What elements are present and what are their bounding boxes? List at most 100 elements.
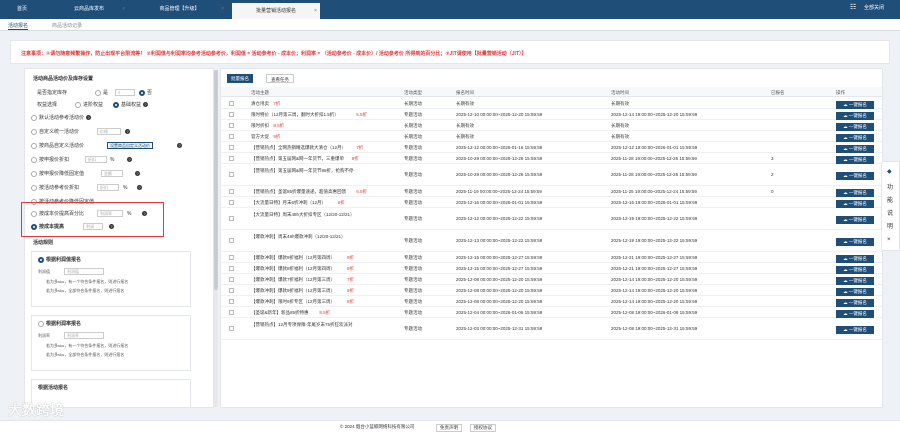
signup-button[interactable]: ☁ 一键报名 xyxy=(836,144,874,153)
signup-button[interactable]: ☁ 一键报名 xyxy=(836,122,874,131)
declare-discount-input[interactable]: 折扣 xyxy=(85,156,107,163)
price-option[interactable]: 默认活动参考活动价? xyxy=(31,114,92,122)
card-title[interactable]: 根据利润值报名 xyxy=(38,256,81,263)
signup-button[interactable]: ☁ 一键报名 xyxy=(836,188,874,197)
unified-price-input[interactable]: 价格 xyxy=(97,128,121,135)
row-checkbox[interactable] xyxy=(229,155,234,161)
radio-icon[interactable] xyxy=(95,89,101,96)
row-checkbox[interactable] xyxy=(229,298,234,304)
ref-discount-input[interactable]: 折扣 xyxy=(97,184,119,191)
row-checkbox[interactable] xyxy=(229,188,234,194)
row-checkbox[interactable] xyxy=(229,133,234,139)
signup-button[interactable]: ☁ 一键报名 xyxy=(836,298,874,307)
signup-button[interactable]: ☁ 一键报名 xyxy=(836,199,874,208)
row-checkbox[interactable] xyxy=(229,309,234,315)
scrollbar[interactable] xyxy=(214,70,218,407)
row-checkbox[interactable] xyxy=(229,216,234,221)
row-checkbox[interactable] xyxy=(229,287,234,293)
tab-product-manage[interactable]: 商品管理【升级】 × xyxy=(132,4,227,15)
radio-icon[interactable] xyxy=(31,156,37,163)
row-checkbox[interactable] xyxy=(229,122,234,128)
help-icon[interactable]: ? xyxy=(127,157,132,162)
signup-button[interactable]: ☁ 一键报名 xyxy=(836,155,874,164)
row-checkbox[interactable] xyxy=(229,199,234,205)
signup-button[interactable]: ☁ 一键报名 xyxy=(836,216,874,224)
signup-button[interactable]: ☁ 一键报名 xyxy=(836,238,874,246)
signup-button[interactable]: ☁ 一键报名 xyxy=(836,254,874,263)
radio-icon[interactable] xyxy=(31,128,37,135)
stock-input[interactable]: 0 xyxy=(115,89,135,96)
price-option[interactable]: 按申报价折扣 xyxy=(31,156,69,164)
radio-icon[interactable] xyxy=(113,101,119,108)
row-checkbox[interactable] xyxy=(229,254,234,260)
declare-reduce-input[interactable]: 金额 xyxy=(101,170,123,177)
view-task-button[interactable]: 查看任务 xyxy=(266,74,294,83)
close-icon[interactable]: × xyxy=(314,3,317,19)
license-button[interactable]: 授权协议 xyxy=(470,424,496,432)
rights-basic[interactable]: 基础权益? xyxy=(113,101,149,109)
radio-icon[interactable] xyxy=(38,256,44,263)
help-icon[interactable]: ? xyxy=(125,129,130,134)
price-option[interactable]: 按活动参考价折扣 xyxy=(31,184,79,192)
profit-rate-input[interactable]: 利润率 xyxy=(64,332,104,339)
subtab-signup[interactable]: 活动报名 xyxy=(8,22,29,30)
row-checkbox[interactable] xyxy=(229,276,234,282)
radio-icon[interactable] xyxy=(75,101,81,108)
radio-icon[interactable] xyxy=(31,114,37,121)
feature-help-panel[interactable]: ◆ 功 能 说 明 × xyxy=(881,161,900,251)
signup-button[interactable]: ☁ 一键报名 xyxy=(836,326,874,334)
row-checkbox[interactable] xyxy=(229,100,234,106)
price-option[interactable]: 按申报价降低固定值 xyxy=(31,170,84,178)
row-checkbox[interactable] xyxy=(229,326,234,331)
row-checkbox[interactable] xyxy=(229,238,234,243)
row-checkbox[interactable] xyxy=(229,144,234,150)
signup-button[interactable]: ☁ 一键报名 xyxy=(836,309,874,318)
help-icon[interactable]: ? xyxy=(135,171,140,176)
batch-signup-button[interactable]: 批量报名 xyxy=(227,74,253,83)
radio-icon[interactable] xyxy=(139,89,145,96)
tab-home[interactable]: 首页 xyxy=(2,4,42,15)
grid-icon[interactable]: ☷ xyxy=(850,3,856,11)
scrollbar-thumb[interactable] xyxy=(214,70,218,290)
help-icon[interactable]: ? xyxy=(86,115,92,121)
help-icon[interactable]: ? xyxy=(177,143,182,148)
chat-icon[interactable]: ◆ xyxy=(887,168,892,175)
close-icon[interactable]: × xyxy=(122,4,125,15)
profit-value-input[interactable]: 利润值 xyxy=(64,268,104,275)
rule-all[interactable]: 若为多sku，全部符合条件报名，则进行报名 xyxy=(46,288,124,294)
price-option[interactable]: 按商品自定义活动价 xyxy=(31,142,84,150)
rule-all[interactable]: 若为多sku，全部符合条件报名，则进行报名 xyxy=(46,352,124,358)
rule-any[interactable]: 若为多sku，有一个符合条件报名，则进行报名 xyxy=(46,343,128,349)
signup-button[interactable]: ☁ 一键报名 xyxy=(836,287,874,296)
disclaimer-button[interactable]: 免责声明 xyxy=(436,424,462,432)
price-option[interactable]: 自定义统一活动价 xyxy=(31,128,79,136)
close-all-button[interactable]: 全部关闭 xyxy=(864,4,884,11)
card-title[interactable]: 根据利润率报名 xyxy=(38,320,81,327)
close-icon[interactable]: × xyxy=(221,4,224,15)
rights-advanced[interactable]: 进阶权益 xyxy=(75,101,103,109)
signup-button[interactable]: ☁ 一键报名 xyxy=(836,100,874,109)
radio-icon[interactable] xyxy=(31,184,37,191)
stock-yes[interactable]: 是 xyxy=(95,89,108,97)
close-icon[interactable]: × xyxy=(887,237,891,243)
row-checkbox[interactable] xyxy=(229,265,234,271)
help-icon[interactable]: ? xyxy=(137,185,142,190)
tab-batch-marketing[interactable]: 批量营销活动报名 × xyxy=(232,3,320,19)
custom-price-button[interactable]: 设置商品自定义活动价 xyxy=(107,142,153,149)
card-title[interactable]: 根据活动报名 xyxy=(38,384,68,391)
rule-any[interactable]: 若为多sku，有一个符合条件报名，则进行报名 xyxy=(46,279,128,285)
tab-cloud-publish[interactable]: 云商品库发布 × xyxy=(50,4,128,15)
signup-button[interactable]: ☁ 一键报名 xyxy=(836,265,874,274)
signup-button[interactable]: ☁ 一键报名 xyxy=(836,133,874,142)
signup-button[interactable]: ☁ 一键报名 xyxy=(836,172,874,180)
help-icon[interactable]: ? xyxy=(143,102,149,108)
radio-icon[interactable] xyxy=(31,142,37,149)
row-checkbox[interactable] xyxy=(229,172,234,177)
signup-button[interactable]: ☁ 一键报名 xyxy=(836,276,874,285)
radio-icon[interactable] xyxy=(38,320,44,327)
signup-button[interactable]: ☁ 一键报名 xyxy=(836,111,874,120)
radio-icon[interactable] xyxy=(31,170,37,177)
row-checkbox[interactable] xyxy=(229,111,234,117)
subtab-records[interactable]: 商品活动记录 xyxy=(52,22,82,29)
stock-no[interactable]: 否 xyxy=(139,89,152,97)
